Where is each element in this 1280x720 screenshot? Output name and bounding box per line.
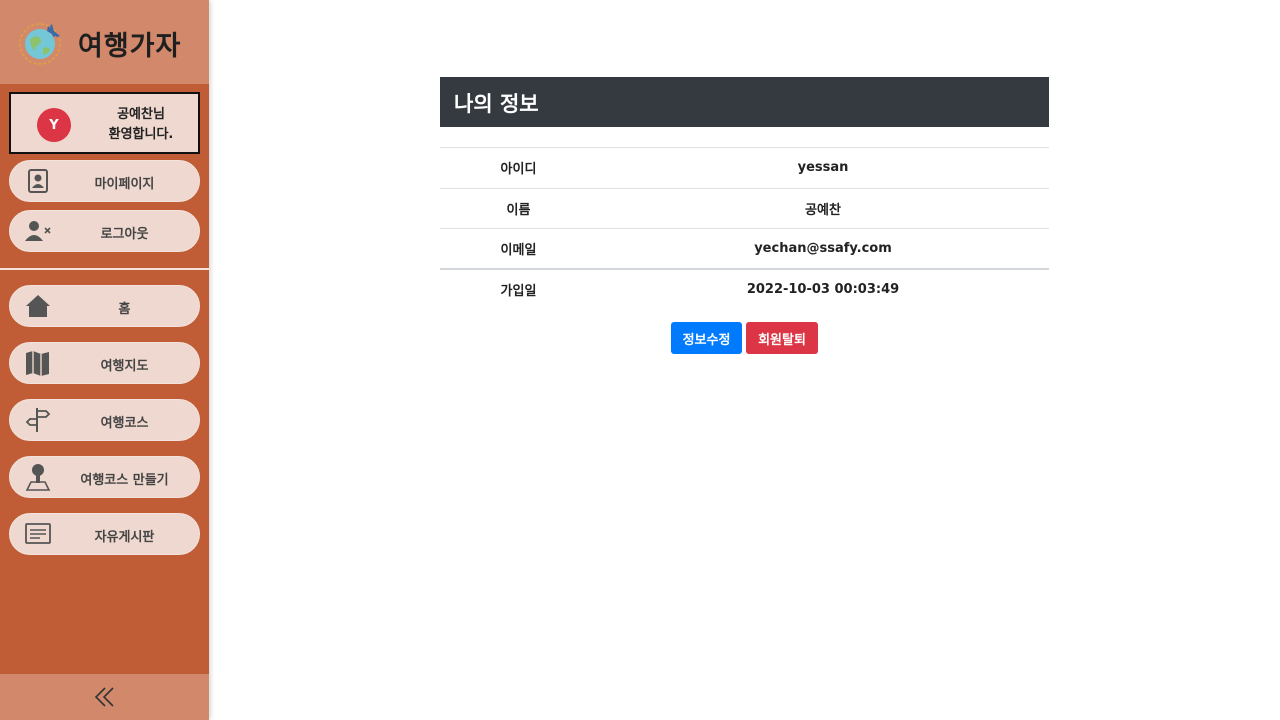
row-value-joined: 2022-10-03 00:03:49 [746, 282, 900, 298]
contact-card-icon [24, 168, 52, 194]
sidebar-item-create-course[interactable]: 여행코스 만들기 [9, 456, 200, 498]
sidebar-item-label: 로그아웃 [100, 227, 149, 242]
avatar[interactable]: Y [37, 108, 71, 142]
sidebar-item-home[interactable]: 홈 [9, 285, 200, 327]
sidebar-item-label: 여행지도 [100, 359, 149, 374]
sidebar-divider [0, 268, 209, 270]
welcome-user-name: 공예찬님 [117, 107, 165, 122]
table-row: 이름 공예찬 [440, 188, 1049, 229]
row-key-id: 아이디 [500, 162, 537, 178]
sidebar-item-travel-map[interactable]: 여행지도 [9, 342, 200, 384]
home-icon [24, 293, 52, 319]
row-value-email: yechan@ssafy.com [754, 241, 892, 256]
map-icon [24, 350, 52, 376]
user-remove-icon [24, 218, 52, 244]
logo-bar: 여행가자 [0, 0, 209, 84]
sidebar-item-label: 여행코스 만들기 [80, 473, 169, 488]
sidebar-item-travel-course[interactable]: 여행코스 [9, 399, 200, 441]
sidebar-item-label: 자유게시판 [94, 530, 155, 545]
welcome-message: 환영합니다. [108, 127, 174, 142]
action-buttons: 정보수정 회원탈퇴 [671, 322, 818, 354]
welcome-box: Y 공예찬님 환영합니다. [9, 92, 200, 154]
row-key-email: 이메일 [500, 243, 537, 258]
signpost-icon [24, 407, 52, 433]
sidebar-item-label: 홈 [118, 302, 131, 317]
row-value-name: 공예찬 [805, 202, 841, 218]
user-info-table: 아이디 yessan 이름 공예찬 이메일 yechan@ssafy.com 가… [440, 147, 1049, 310]
sidebar-item-label: 마이페이지 [94, 177, 155, 192]
page-title-bar: 나의 정보 [440, 77, 1049, 127]
sidebar-item-label: 여행코스 [100, 416, 149, 431]
table-row: 이메일 yechan@ssafy.com [440, 228, 1049, 270]
row-key-joined: 가입일 [500, 284, 537, 300]
sidebar-item-logout[interactable]: 로그아웃 [9, 210, 200, 252]
page-title: 나의 정보 [454, 92, 539, 116]
globe-airplane-icon[interactable] [18, 20, 64, 66]
sidebar-item-mypage[interactable]: 마이페이지 [9, 160, 200, 202]
table-row: 아이디 yessan [440, 147, 1049, 189]
double-chevron-left-icon [94, 687, 114, 707]
edit-info-button[interactable]: 정보수정 [671, 322, 742, 354]
sidebar: 여행가자 Y 공예찬님 환영합니다. 마이페이지 로그아웃 홈 여행지도 여행코… [0, 0, 209, 720]
sidebar-item-free-board[interactable]: 자유게시판 [9, 513, 200, 555]
row-key-name: 이름 [506, 202, 531, 218]
brand-logo-text[interactable]: 여행가자 [78, 24, 181, 63]
sidebar-collapse-button[interactable] [0, 674, 209, 720]
board-icon [24, 521, 52, 547]
withdraw-button[interactable]: 회원탈퇴 [746, 322, 818, 354]
row-value-id: yessan [797, 160, 849, 176]
map-pin-person-icon [24, 464, 52, 491]
table-row: 가입일 2022-10-03 00:03:49 [440, 269, 1049, 310]
